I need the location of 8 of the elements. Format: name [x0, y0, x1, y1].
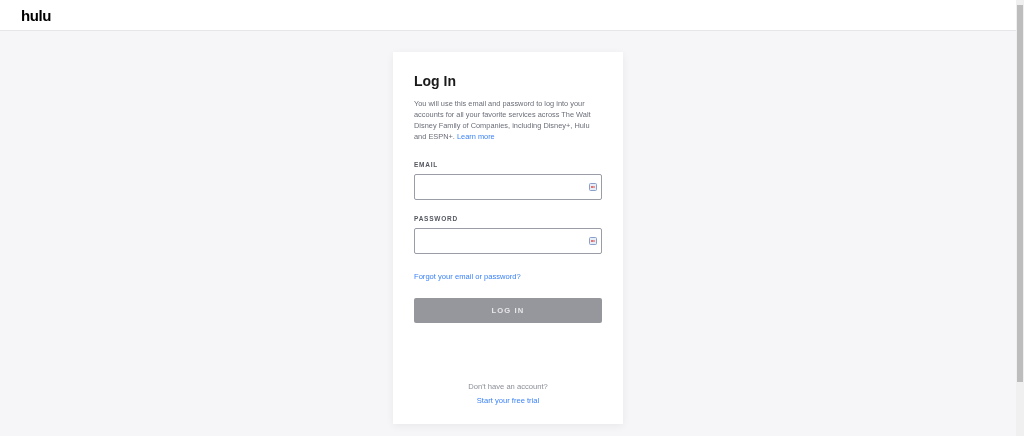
input-field[interactable] — [414, 174, 602, 200]
key-icon[interactable] — [589, 183, 597, 191]
scrollbar[interactable] — [1016, 0, 1024, 436]
input-field[interactable] — [414, 228, 602, 254]
login-title: Log In — [414, 72, 457, 90]
key-icon[interactable] — [589, 237, 597, 245]
scrollbar-thumb[interactable] — [1017, 5, 1023, 382]
hulu-logo[interactable]: hulu — [21, 7, 52, 23]
